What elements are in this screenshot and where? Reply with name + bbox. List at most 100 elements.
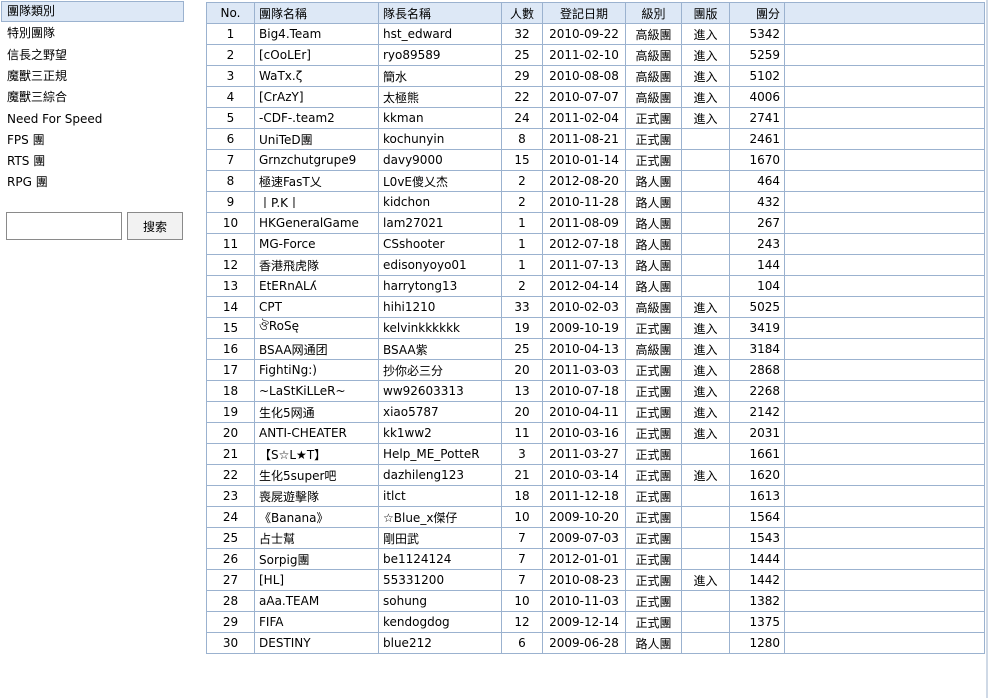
cell-team-name[interactable]: FIFA [254,611,379,633]
cell-team-name[interactable]: CPT [254,296,379,318]
cell-team-name[interactable]: DESTINY [254,632,379,654]
cell-team-name[interactable]: [HL] [254,569,379,591]
cell-team-name[interactable]: ANTI-CHEATER [254,422,379,444]
cell-team-name[interactable]: WaTx.ζ [254,65,379,87]
sidebar-item-special[interactable]: 特別團隊 [7,23,55,43]
cell-team-name[interactable]: 生化5super吧 [254,464,379,486]
enter-board-link[interactable]: 進入 [693,469,717,483]
cell-leader-name: ww92603313 [378,380,502,402]
sidebar-item-wc3-mixed[interactable]: 魔獸三綜合 [7,87,67,107]
cell-spacer [784,149,985,171]
enter-board-link[interactable]: 進入 [693,70,717,84]
cell-team-name[interactable]: -CDF-.team2 [254,107,379,129]
cell-no: 9 [206,191,255,213]
enter-board-link[interactable]: 進入 [693,49,717,63]
enter-board-link[interactable]: 進入 [693,574,717,588]
sidebar-item-fps[interactable]: FPS 團 [7,130,45,150]
cell-no: 22 [206,464,255,486]
enter-board-link[interactable]: 進入 [693,301,717,315]
cell-spacer [784,506,985,528]
cell-team-name[interactable]: 丨P.K丨 [254,191,379,213]
cell-team-name[interactable]: aAa.TEAM [254,590,379,612]
cell-team-name[interactable]: [cOoLEr] [254,44,379,66]
cell-team-name[interactable]: HKGeneralGame [254,212,379,234]
sidebar-item-nobunaga[interactable]: 信長之野望 [7,45,67,65]
cell-register-date: 2009-12-14 [542,611,626,633]
cell-members: 7 [501,569,543,591]
cell-no: 12 [206,254,255,276]
cell-board: 進入 [681,86,730,108]
search-input[interactable] [6,212,122,240]
cell-no: 29 [206,611,255,633]
cell-members: 6 [501,632,543,654]
cell-leader-name: blue212 [378,632,502,654]
enter-board-link[interactable]: 進入 [693,91,717,105]
cell-spacer [784,23,985,45]
cell-register-date: 2011-08-09 [542,212,626,234]
cell-team-name[interactable]: 極速FasT乂 [254,170,379,192]
cell-team-name[interactable]: BSAA网通团 [254,338,379,360]
cell-spacer [784,107,985,129]
table-row: 21 【S☆L★T】 Help_ME_PotteR 3 2011-03-27 正式團 166… [206,443,985,465]
cell-leader-name: Help_ME_PotteR [378,443,502,465]
cell-team-name[interactable]: [CrAzY] [254,86,379,108]
cell-register-date: 2009-07-03 [542,527,626,549]
search-button[interactable]: 搜索 [127,212,183,240]
cell-leader-name: hihi1210 [378,296,502,318]
enter-board-link[interactable]: 進入 [693,385,717,399]
cell-spacer [784,212,985,234]
cell-members: 7 [501,548,543,570]
cell-register-date: 2011-02-04 [542,107,626,129]
enter-board-link[interactable]: 進入 [693,406,717,420]
sidebar-item-rts[interactable]: RTS 團 [7,151,45,171]
cell-board [681,632,730,654]
cell-leader-name: kochunyin [378,128,502,150]
cell-team-name[interactable]: Big4.Team [254,23,379,45]
sidebar-item-rpg[interactable]: RPG 團 [7,172,48,192]
cell-score: 1442 [729,569,785,591]
cell-spacer [784,86,985,108]
cell-leader-name: sohung [378,590,502,612]
enter-board-link[interactable]: 進入 [693,343,717,357]
cell-level: 正式團 [625,317,682,339]
cell-team-name[interactable]: Grnzchutgrupe9 [254,149,379,171]
cell-register-date: 2010-08-23 [542,569,626,591]
cell-members: 18 [501,485,543,507]
sidebar-item-need-for-speed[interactable]: Need For Speed [7,109,102,129]
cell-team-name[interactable]: Sorpig團 [254,548,379,570]
enter-board-link[interactable]: 進入 [693,364,717,378]
cell-team-name[interactable]: 喪屍遊擊隊 [254,485,379,507]
cell-level: 正式團 [625,485,682,507]
enter-board-link[interactable]: 進入 [693,427,717,441]
sidebar-item-wc3-regular[interactable]: 魔獸三正規 [7,66,67,86]
cell-score: 243 [729,233,785,255]
cell-score: 1280 [729,632,785,654]
cell-spacer [784,485,985,507]
cell-team-name[interactable]: 《Banana》 [254,506,379,528]
cell-spacer [784,191,985,213]
cell-register-date: 2010-04-11 [542,401,626,423]
enter-board-link[interactable]: 進入 [693,112,717,126]
cell-team-name[interactable]: 占士幫 [254,527,379,549]
cell-team-name[interactable]: ~LaStKiLLeR~ [254,380,379,402]
cell-no: 3 [206,65,255,87]
cell-team-name[interactable]: ঔRoSę [254,317,379,339]
cell-team-name[interactable]: FightiNg:) [254,359,379,381]
cell-team-name[interactable]: UniTeD團 [254,128,379,150]
cell-team-name[interactable]: 生化5网通 [254,401,379,423]
cell-team-name[interactable]: MG-Force [254,233,379,255]
cell-team-name[interactable]: 香港飛虎隊 [254,254,379,276]
cell-board [681,548,730,570]
cell-leader-name: kidchon [378,191,502,213]
cell-no: 17 [206,359,255,381]
cell-team-name[interactable]: EtERnALʎ [254,275,379,297]
cell-spacer [784,170,985,192]
enter-board-link[interactable]: 進入 [693,28,717,42]
cell-score: 2031 [729,422,785,444]
cell-team-name[interactable]: 【S☆L★T】 [254,443,379,465]
cell-level: 高級團 [625,65,682,87]
table-row: 18 ~LaStKiLLeR~ ww92603313 13 2010-07-18 正式團進… [206,380,985,402]
cell-leader-name: davy9000 [378,149,502,171]
cell-members: 25 [501,338,543,360]
enter-board-link[interactable]: 進入 [693,322,717,336]
